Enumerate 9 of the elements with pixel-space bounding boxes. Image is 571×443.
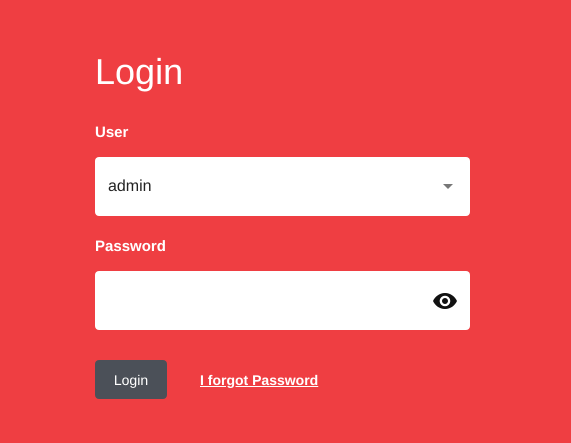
password-field[interactable] bbox=[95, 271, 470, 330]
field-label: Password bbox=[95, 238, 167, 255]
caret-icon bbox=[443, 184, 453, 189]
user-select[interactable]: admin bbox=[95, 157, 470, 216]
field-label: User bbox=[95, 124, 130, 141]
login-button[interactable]: Login bbox=[95, 360, 167, 399]
eye-icon[interactable] bbox=[433, 292, 457, 308]
login-title: Login bbox=[95, 50, 184, 94]
forgot-password-link[interactable]: I forgot Password bbox=[200, 372, 318, 388]
